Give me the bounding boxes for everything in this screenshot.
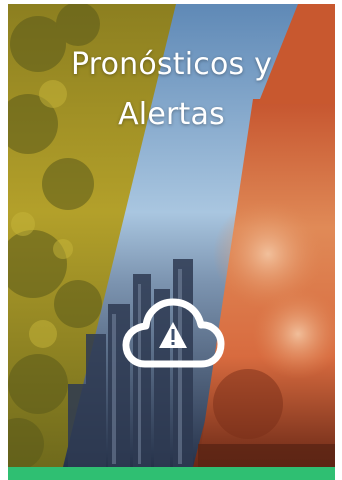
cloud-warning-icon <box>122 298 225 368</box>
card-title: Pronósticos y Alertas <box>8 40 335 140</box>
card-title-line2: Alertas <box>118 97 225 132</box>
forecast-alerts-card[interactable]: Pronósticos y Alertas <box>0 0 342 480</box>
card-title-line1: Pronósticos y <box>70 47 273 82</box>
accent-bar <box>8 467 335 480</box>
card-hero-image: Pronósticos y Alertas <box>8 4 335 467</box>
